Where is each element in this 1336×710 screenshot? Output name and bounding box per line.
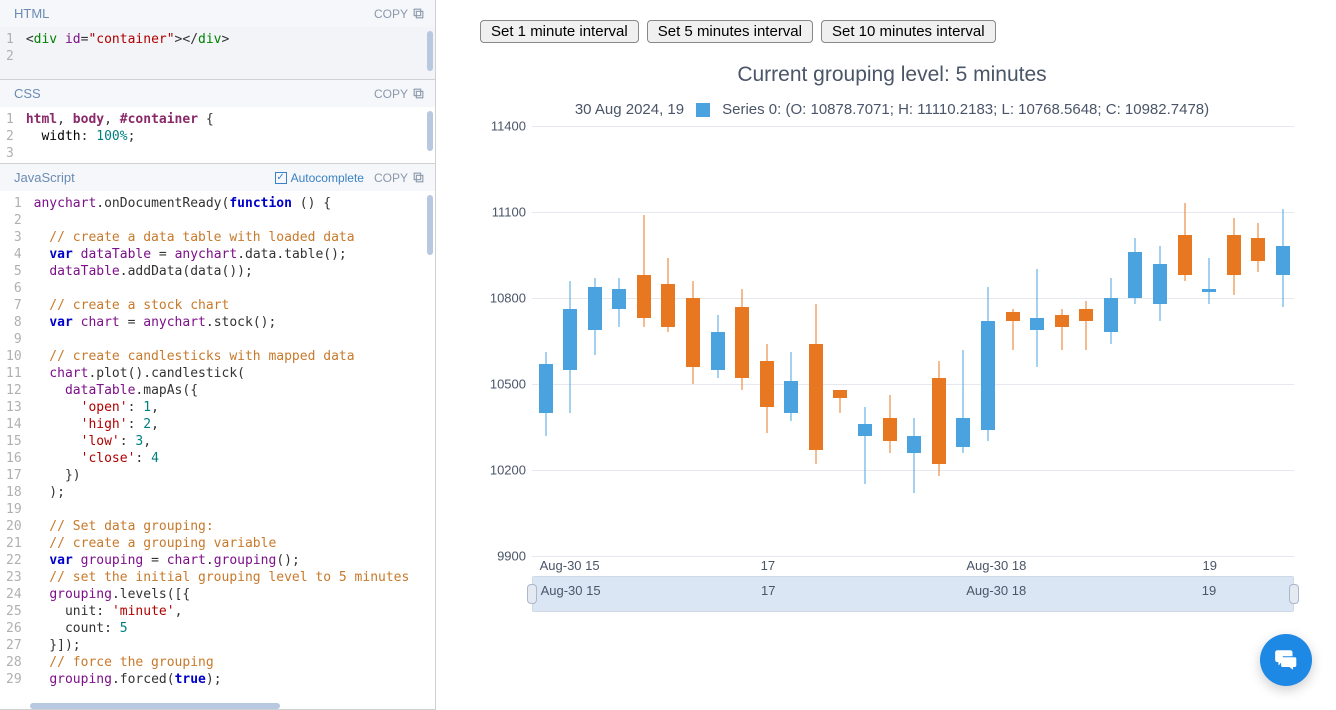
scroller-selection[interactable] [533,577,1293,611]
copy-icon [412,87,425,100]
pane-header-css: CSS COPY [0,80,435,107]
code-area-css[interactable]: 123 html, body, #container { width: 100%… [0,107,435,163]
scrollbar-v[interactable] [427,195,433,255]
scroller-handle-right[interactable] [1289,584,1299,604]
scroller-tick: Aug-30 15 [541,583,601,598]
y-tick: 11100 [492,205,526,220]
gutter: 12 [0,27,20,79]
pane-title-css: CSS [14,86,41,101]
chat-button[interactable] [1260,634,1312,686]
chart-legend: 30 Aug 2024, 19 Series 0: (O: 10878.7071… [480,101,1304,118]
x-tick: 19 [1203,558,1217,573]
copy-label: COPY [374,171,408,185]
scroller-tick: 17 [761,583,775,598]
scrollbar-v[interactable] [427,31,433,71]
scroller-handle-left[interactable] [527,584,537,604]
app-root: HTML COPY 12 <div id="container"></div> … [0,0,1336,710]
legend-date: 30 Aug 2024, 19 [575,101,684,118]
x-tick: Aug-30 15 [540,558,600,573]
autocomplete-label: Autocomplete [291,171,364,185]
pane-js: JavaScript ✓ Autocomplete COPY 123456789… [0,164,435,710]
interval-buttons: Set 1 minute interval Set 5 minutes inte… [480,20,1304,43]
copy-label: COPY [374,87,408,101]
x-axis: Aug-30 15 17 Aug-30 18 19 [532,556,1294,576]
pane-header-js: JavaScript ✓ Autocomplete COPY [0,164,435,191]
scroller-tick: 19 [1202,583,1216,598]
editor-panel: HTML COPY 12 <div id="container"></div> … [0,0,436,710]
pane-title-js: JavaScript [14,170,75,185]
scrollbar-v[interactable] [427,111,433,151]
y-tick: 10500 [490,377,526,392]
set-10min-button[interactable]: Set 10 minutes interval [821,20,996,43]
y-tick: 10200 [490,463,526,478]
autocomplete-toggle[interactable]: ✓ Autocomplete [275,171,364,185]
gutter: 123 [0,107,20,163]
pane-header-html: HTML COPY [0,0,435,27]
y-tick: 11400 [491,119,526,134]
x-tick: 17 [761,558,775,573]
scroller-tick: Aug-30 18 [966,583,1026,598]
code-area-js[interactable]: 1234567891011121314151617181920212223242… [0,191,435,709]
candlesticks [532,126,1294,556]
x-tick: Aug-30 18 [966,558,1026,573]
pane-css: CSS COPY 123 html, body, #container { wi… [0,80,435,164]
code-js: anychart.onDocumentReady(function () { /… [28,191,435,709]
copy-button-html[interactable]: COPY [374,7,425,21]
copy-icon [412,7,425,20]
chat-icon [1273,647,1299,673]
legend-series: Series 0: (O: 10878.7071; H: 11110.2183;… [722,101,1209,118]
set-1min-button[interactable]: Set 1 minute interval [480,20,639,43]
code-html: <div id="container"></div> [20,27,435,79]
copy-button-css[interactable]: COPY [374,87,425,101]
y-axis: 11400111001080010500102009900 [480,126,530,556]
chart-plot[interactable]: 11400111001080010500102009900 Aug-30 151… [532,126,1294,576]
copy-button-js[interactable]: COPY [374,171,425,185]
copy-icon [412,171,425,184]
pane-html: HTML COPY 12 <div id="container"></div> [0,0,435,80]
chart-title: Current grouping level: 5 minutes [480,63,1304,87]
legend-swatch [696,103,710,117]
y-tick: 10800 [490,291,526,306]
scrollbar-h[interactable] [30,703,280,709]
set-5min-button[interactable]: Set 5 minutes interval [647,20,813,43]
chart-scroller[interactable]: Aug-30 15 17 Aug-30 18 19 [532,576,1294,612]
y-tick: 9900 [497,549,526,564]
code-area-html[interactable]: 12 <div id="container"></div> [0,27,435,79]
check-icon: ✓ [275,172,287,184]
pane-title-html: HTML [14,6,49,21]
gutter: 1234567891011121314151617181920212223242… [0,191,28,709]
preview-panel: Set 1 minute interval Set 5 minutes inte… [436,0,1336,710]
copy-label: COPY [374,7,408,21]
code-css: html, body, #container { width: 100%; [20,107,435,163]
